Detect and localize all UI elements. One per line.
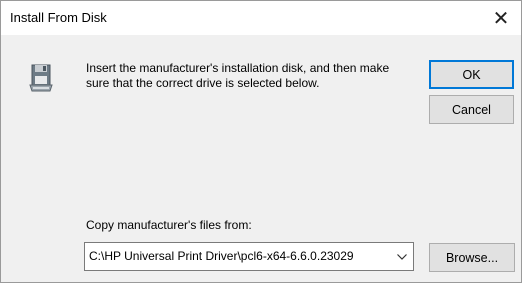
floppy-disk-icon [29, 63, 53, 93]
copy-from-label: Copy manufacturer's files from: [86, 218, 252, 232]
title-bar: Install From Disk ✕ [1, 1, 521, 35]
ok-button[interactable]: OK [429, 60, 514, 89]
install-from-disk-dialog: Install From Disk ✕ Insert the manufactu… [0, 0, 522, 283]
path-combobox[interactable]: C:\HP Universal Print Driver\pcl6-x64-6.… [84, 242, 414, 271]
window-title: Install From Disk [10, 10, 107, 25]
instruction-message: Insert the manufacturer's installation d… [86, 61, 390, 90]
close-button[interactable]: ✕ [481, 1, 521, 35]
cancel-button[interactable]: Cancel [429, 95, 514, 124]
close-icon: ✕ [492, 7, 510, 30]
chevron-down-icon[interactable] [391, 243, 413, 270]
browse-button[interactable]: Browse... [429, 243, 515, 272]
path-value[interactable]: C:\HP Universal Print Driver\pcl6-x64-6.… [89, 249, 389, 263]
